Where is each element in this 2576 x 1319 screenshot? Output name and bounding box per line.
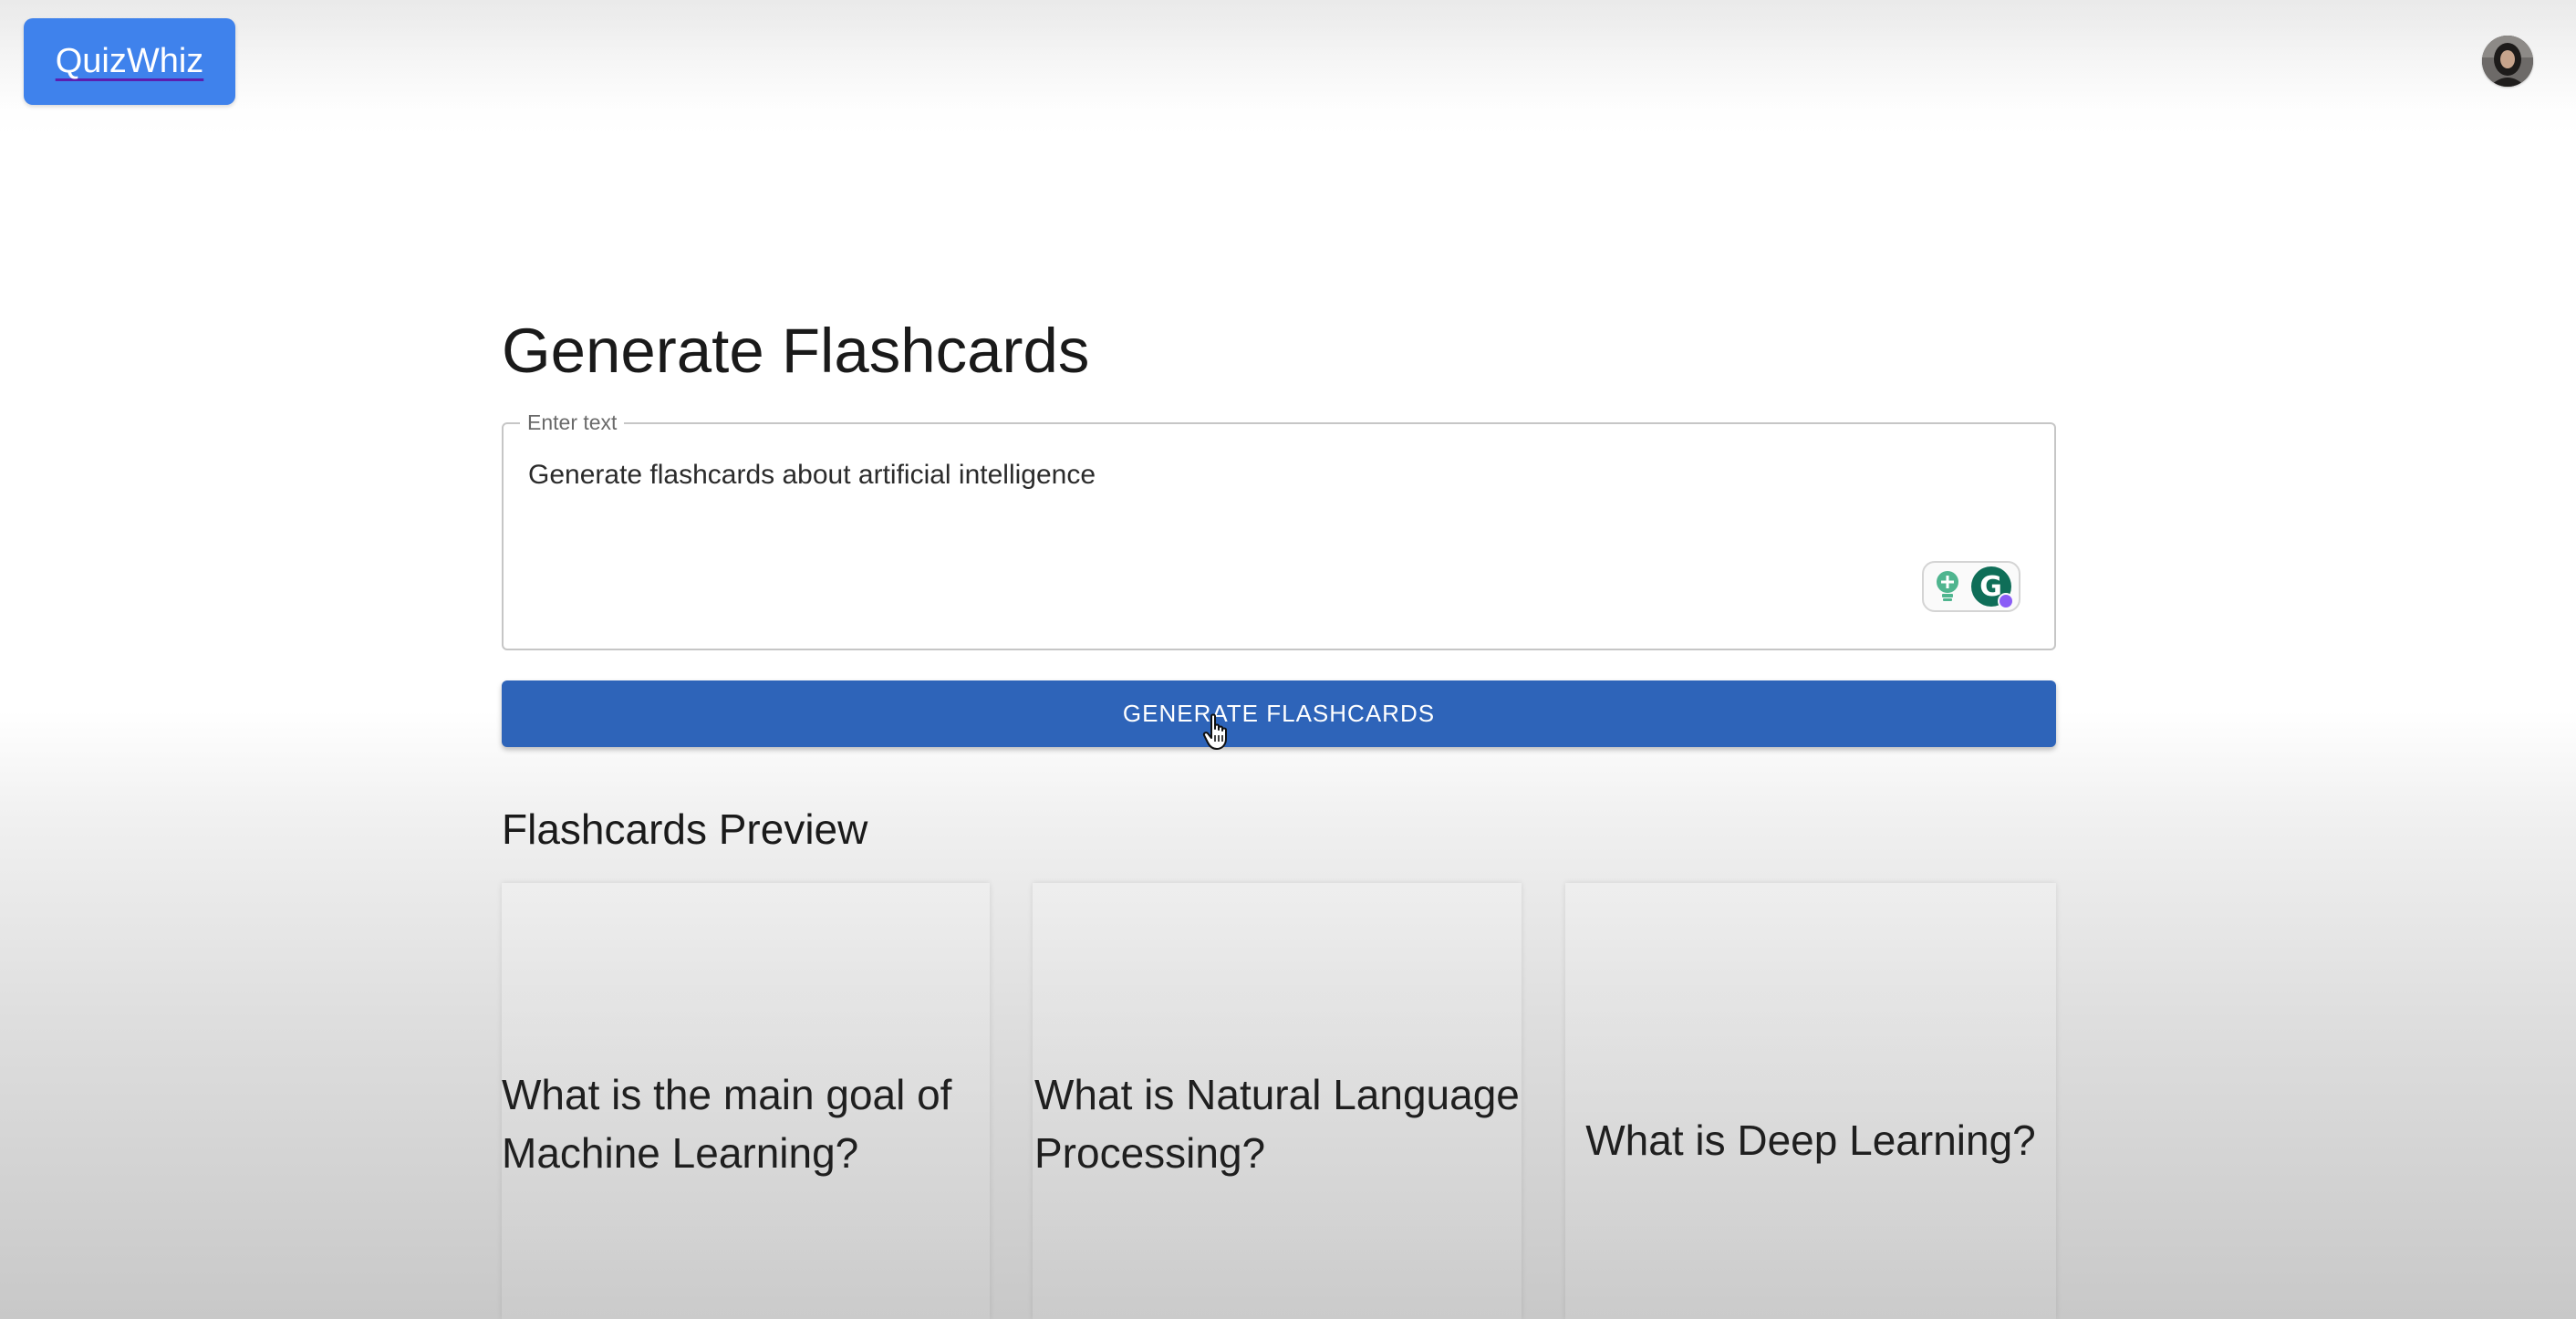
hand-pointer-cursor-icon [1202, 713, 1227, 750]
flashcard-question: What is the main goal of Machine Learnin… [502, 1071, 952, 1177]
user-avatar-image [2482, 36, 2533, 87]
flashcards-preview-title: Flashcards Preview [502, 805, 868, 853]
grammarly-status-dot [1997, 593, 2014, 609]
page-title: Generate Flashcards [502, 316, 1090, 386]
enter-text-input[interactable]: Generate flashcards about artificial int… [528, 460, 1096, 491]
grammarly-icon[interactable]: G [1970, 566, 2014, 609]
lightbulb-icon[interactable] [1932, 568, 1963, 605]
quizwhiz-logo-button[interactable]: QuizWhiz [24, 18, 235, 105]
avatar[interactable] [2482, 36, 2533, 87]
top-bar [0, 0, 2576, 109]
grammarly-widget[interactable]: G [1922, 561, 2020, 612]
flashcard[interactable]: What is the main goal of Machine Learnin… [502, 883, 990, 1319]
enter-text-field[interactable]: Enter text Generate flashcards about art… [502, 410, 2056, 650]
flashcard-question: What is Deep Learning? [1585, 1116, 2036, 1164]
flashcard-question: What is Natural Language Processing? [1034, 1071, 1520, 1177]
generate-flashcards-button[interactable]: GENERATE FLASHCARDS [502, 680, 2056, 747]
flashcard[interactable]: What is Deep Learning? [1565, 883, 2056, 1319]
enter-text-label: Enter text [520, 410, 625, 435]
flashcard[interactable]: What is Natural Language Processing? [1033, 883, 1522, 1319]
